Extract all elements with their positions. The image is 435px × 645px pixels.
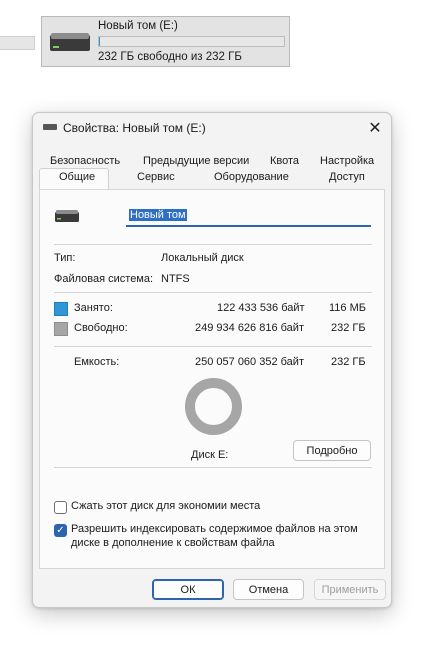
drive-usage-bar <box>98 36 285 47</box>
used-space-bytes: 122 433 536 байт <box>217 302 305 314</box>
divider <box>54 244 372 245</box>
disk-usage-donut <box>185 378 242 435</box>
free-space-short: 232 ГБ <box>331 322 366 334</box>
titlebar[interactable]: Свойства: Новый том (E:) ✕ <box>33 113 391 143</box>
capacity-short: 232 ГБ <box>331 356 366 368</box>
used-space-label: Занято: <box>74 302 113 314</box>
close-button[interactable]: ✕ <box>363 116 387 140</box>
tab-sharing[interactable]: Доступ <box>329 171 365 185</box>
free-space-label: Свободно: <box>74 322 128 334</box>
free-space-swatch <box>54 322 68 336</box>
drive-icon <box>43 124 57 130</box>
index-label-line1: Разрешить индексировать содержимое файло… <box>71 523 358 535</box>
used-space-swatch <box>54 302 68 316</box>
free-space-bytes: 249 934 626 816 байт <box>195 322 304 334</box>
explorer-divider <box>0 36 35 50</box>
tab-tools[interactable]: Сервис <box>137 171 175 185</box>
capacity-label: Емкость: <box>74 356 120 368</box>
dialog-title: Свойства: Новый том (E:) <box>63 121 206 135</box>
details-button[interactable]: Подробно <box>293 440 371 461</box>
tab-customize[interactable]: Настройка <box>320 155 374 169</box>
drive-tile-free-space: 232 ГБ свободно из 232 ГБ <box>98 51 242 63</box>
cancel-button[interactable]: Отмена <box>233 579 304 600</box>
drive-tile-e[interactable]: Новый том (E:) 232 ГБ свободно из 232 ГБ <box>41 16 290 67</box>
index-checkbox[interactable]: ✓ <box>54 524 67 537</box>
tab-general[interactable]: Общие <box>59 171 95 185</box>
compress-label: Сжать этот диск для экономии места <box>71 500 261 512</box>
used-space-short: 116 МБ <box>329 302 366 314</box>
filesystem-label: Файловая система: <box>54 273 154 285</box>
divider <box>54 292 372 293</box>
type-value: Локальный диск <box>161 252 244 264</box>
volume-name-value: Новый том <box>129 209 187 221</box>
volume-name-input[interactable]: Новый том <box>126 207 371 227</box>
tab-security[interactable]: Безопасность <box>50 155 120 169</box>
hard-drive-icon <box>55 210 79 222</box>
close-icon: ✕ <box>368 120 382 137</box>
tab-hardware[interactable]: Оборудование <box>214 171 289 185</box>
drive-tile-name: Новый том (E:) <box>98 20 178 32</box>
tab-previous-versions[interactable]: Предыдущие версии <box>143 155 249 169</box>
capacity-bytes: 250 057 060 352 байт <box>195 356 304 368</box>
index-label-line2: диске в дополнение к свойствам файла <box>71 537 275 549</box>
type-label: Тип: <box>54 252 76 264</box>
apply-button[interactable]: Применить <box>314 579 386 600</box>
divider <box>54 346 372 347</box>
compress-checkbox[interactable] <box>54 501 67 514</box>
hard-drive-icon <box>50 33 90 51</box>
divider <box>54 467 372 468</box>
filesystem-value: NTFS <box>161 273 190 285</box>
tab-quota[interactable]: Квота <box>270 155 299 169</box>
properties-dialog: Свойства: Новый том (E:) ✕ Безопасность … <box>32 112 392 608</box>
disk-label: Диск E: <box>191 449 229 461</box>
ok-button[interactable]: ОК <box>152 579 224 600</box>
